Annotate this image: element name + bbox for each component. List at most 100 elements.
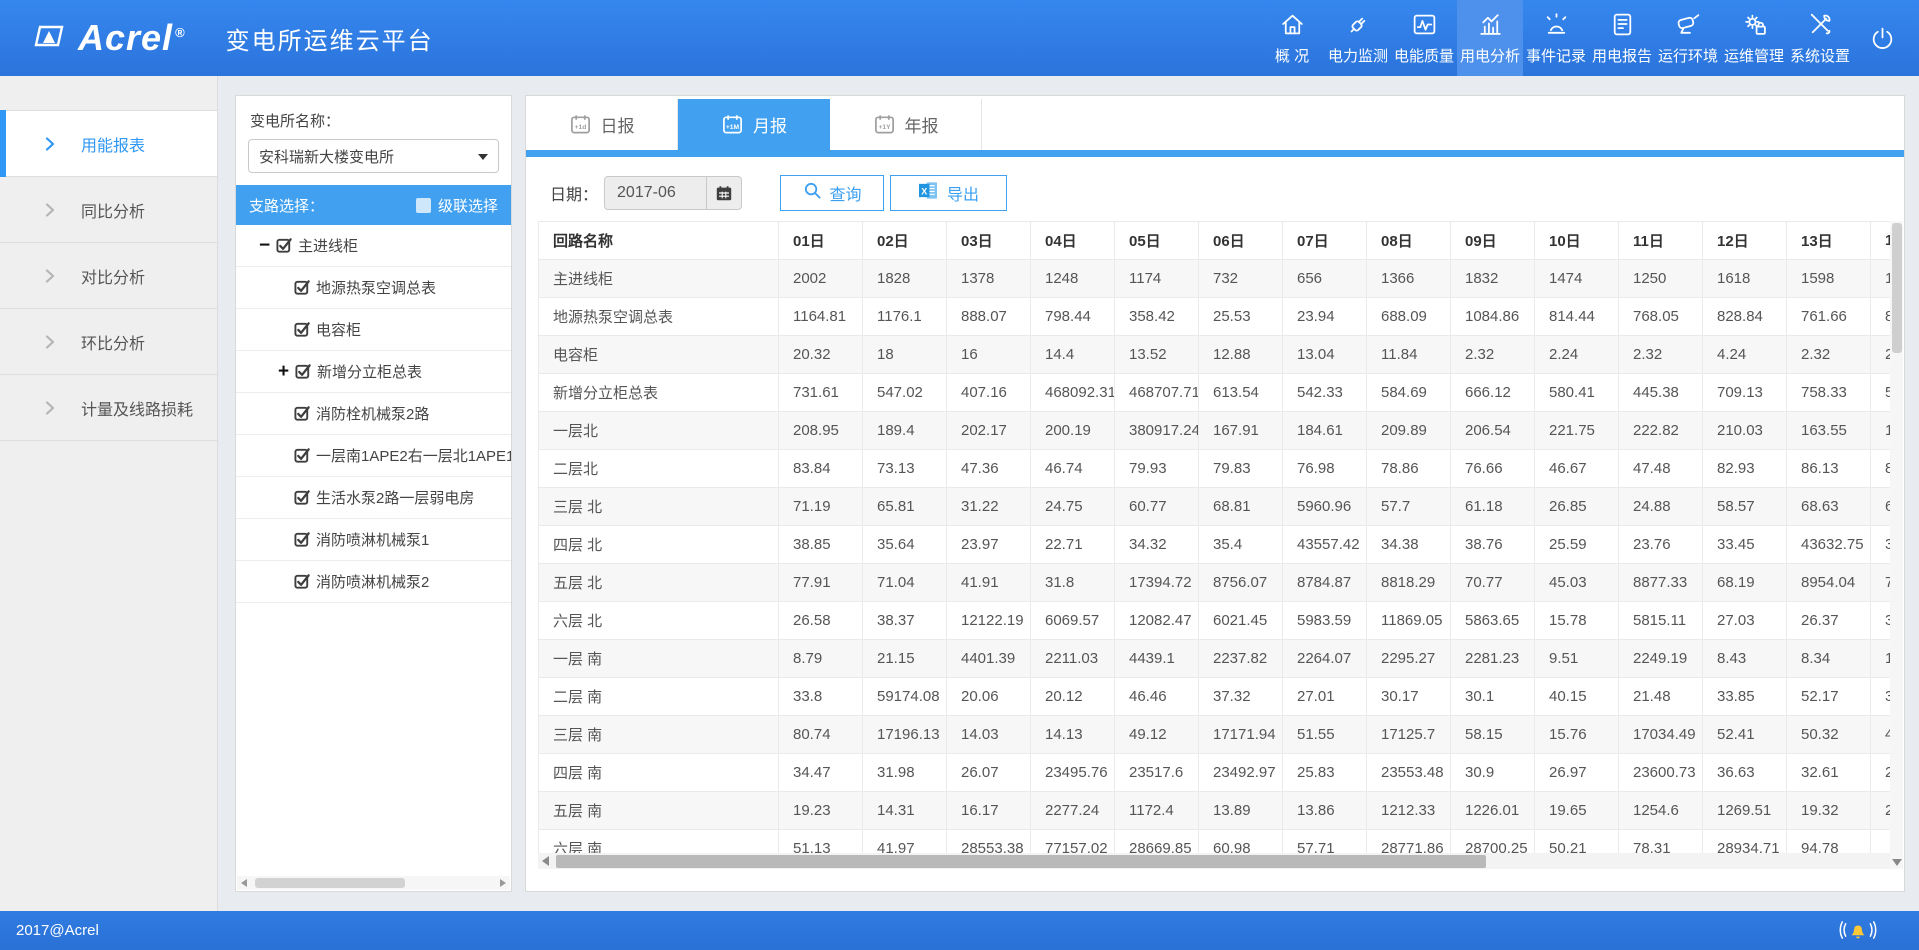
tree-item-2[interactable]: 地源热泵空调总表 xyxy=(236,267,511,309)
svg-text:+1Y: +1Y xyxy=(878,124,891,131)
col-header-day: 06日 xyxy=(1199,222,1283,260)
cell: 1212.33 xyxy=(1367,792,1451,830)
cell: 184.61 xyxy=(1283,412,1367,450)
table-row: 三层 北71.1965.8131.2224.7560.7768.815960.9… xyxy=(539,488,1895,526)
cell: 8.43 xyxy=(1703,640,1787,678)
export-button[interactable]: X 导出 xyxy=(890,175,1007,211)
cascade-checkbox[interactable] xyxy=(416,198,431,213)
cell: 27.03 xyxy=(1703,602,1787,640)
scrollbar-thumb[interactable] xyxy=(556,855,1486,868)
checkbox-checked-icon[interactable] xyxy=(294,573,311,590)
cell: 2249.19 xyxy=(1619,640,1703,678)
date-label: 日期： xyxy=(550,181,598,205)
cell: 46.67 xyxy=(1535,450,1619,488)
tree-item-3[interactable]: 电容柜 xyxy=(236,309,511,351)
nav-item-label: 事件记录 xyxy=(1526,45,1586,66)
row-name: 六层 南 xyxy=(539,830,779,854)
nav-item-environment[interactable]: 运行环境 xyxy=(1655,0,1721,76)
sidebar-item-2[interactable]: 同比分析 xyxy=(0,177,217,243)
checkbox-checked-icon[interactable] xyxy=(294,447,311,464)
sidebar-item-3[interactable]: 对比分析 xyxy=(0,243,217,309)
table-horizontal-scrollbar[interactable] xyxy=(538,853,1894,869)
tab-daily[interactable]: +1d日报 xyxy=(526,99,678,150)
expand-icon[interactable]: + xyxy=(278,362,295,381)
cell: 758.33 xyxy=(1787,374,1871,412)
scrollbar-thumb[interactable] xyxy=(255,878,405,888)
col-header-day: 03日 xyxy=(947,222,1031,260)
collapse-icon[interactable]: − xyxy=(259,236,276,255)
scroll-left-arrow-icon[interactable] xyxy=(241,879,247,887)
tree-item-9[interactable]: 消防喷淋机械泵2 xyxy=(236,561,511,603)
cell: 666.12 xyxy=(1451,374,1535,412)
cell: 22.71 xyxy=(1031,526,1115,564)
nav-item-power-monitoring[interactable]: 电力监测 xyxy=(1325,0,1391,76)
cell: 70.77 xyxy=(1451,564,1535,602)
nav-item-system-settings[interactable]: 系统设置 xyxy=(1787,0,1853,76)
cell: 71.04 xyxy=(863,564,947,602)
sidebar-item-4[interactable]: 环比分析 xyxy=(0,309,217,375)
cell: 8756.07 xyxy=(1199,564,1283,602)
checkbox-checked-icon[interactable] xyxy=(294,279,311,296)
query-button[interactable]: 查询 xyxy=(780,175,884,211)
checkbox-checked-icon[interactable] xyxy=(295,363,312,380)
tree-item-6[interactable]: 一层南1APE2右一层北1APE1 xyxy=(236,435,511,477)
cell: 1598 xyxy=(1787,260,1871,298)
nav-item-power-quality[interactable]: 电能质量 xyxy=(1391,0,1457,76)
cell: 20.32 xyxy=(779,336,863,374)
logout-button[interactable] xyxy=(1853,0,1911,76)
tree-item-4[interactable]: +新增分立柜总表 xyxy=(236,351,511,393)
cell: 358.42 xyxy=(1115,298,1199,336)
nav-item-label: 系统设置 xyxy=(1790,45,1850,66)
tree-item-5[interactable]: 消防栓机械泵2路 xyxy=(236,393,511,435)
scrollbar-thumb[interactable] xyxy=(1892,223,1902,353)
nav-item-event-log[interactable]: 事件记录 xyxy=(1523,0,1589,76)
cascade-checkbox-group[interactable]: 级联选择 xyxy=(416,195,498,216)
nav-item-energy-report[interactable]: 用电报告 xyxy=(1589,0,1655,76)
table-row: 六层 南51.1341.9728553.3877157.0228669.8560… xyxy=(539,830,1895,854)
tab-yearly[interactable]: +1Y年报 xyxy=(830,99,982,150)
date-input[interactable]: 2017-06 xyxy=(604,176,742,210)
cell: 1164.81 xyxy=(779,298,863,336)
tree-item-1[interactable]: −主进线柜 xyxy=(236,225,511,267)
checkbox-checked-icon[interactable] xyxy=(294,489,311,506)
cell: 51.55 xyxy=(1283,716,1367,754)
scroll-right-arrow-icon[interactable] xyxy=(500,879,506,887)
scroll-left-arrow-icon[interactable] xyxy=(542,856,549,866)
sidebar-item-label: 用能报表 xyxy=(81,132,145,156)
cell: 68.81 xyxy=(1199,488,1283,526)
notification-bell-icon[interactable] xyxy=(1839,915,1877,948)
nav-item-ops-management[interactable]: 运维管理 xyxy=(1721,0,1787,76)
checkbox-checked-icon[interactable] xyxy=(276,237,293,254)
cell: 8818.29 xyxy=(1367,564,1451,602)
cell: 79.93 xyxy=(1115,450,1199,488)
cell: 31.22 xyxy=(947,488,1031,526)
tab-monthly[interactable]: +1M月报 xyxy=(678,99,830,150)
station-select-value: 安科瑞新大楼变电所 xyxy=(259,146,394,167)
col-header-day: 04日 xyxy=(1031,222,1115,260)
tree-item-8[interactable]: 消防喷淋机械泵1 xyxy=(236,519,511,561)
cell: 222.82 xyxy=(1619,412,1703,450)
cell: 23600.73 xyxy=(1619,754,1703,792)
table-row: 电容柜20.32181614.413.5212.8813.0411.842.32… xyxy=(539,336,1895,374)
checkbox-checked-icon[interactable] xyxy=(294,531,311,548)
calendar-icon[interactable] xyxy=(706,177,741,209)
cell: 1172.4 xyxy=(1115,792,1199,830)
tree-item-7[interactable]: 生活水泵2路一层弱电房 xyxy=(236,477,511,519)
sidebar-item-5[interactable]: 计量及线路损耗 xyxy=(0,375,217,441)
cell: 206.54 xyxy=(1451,412,1535,450)
tree-horizontal-scrollbar[interactable] xyxy=(237,876,510,890)
table-vertical-scrollbar[interactable] xyxy=(1890,221,1903,869)
cell: 1618 xyxy=(1703,260,1787,298)
cell: 1832 xyxy=(1451,260,1535,298)
cell: 25.59 xyxy=(1535,526,1619,564)
checkbox-checked-icon[interactable] xyxy=(294,405,311,422)
sidebar-item-1[interactable]: 用能报表 xyxy=(0,111,217,177)
cell: 34.47 xyxy=(779,754,863,792)
nav-item-energy-analysis[interactable]: 用电分析 xyxy=(1457,0,1523,76)
station-select[interactable]: 安科瑞新大楼变电所 xyxy=(248,139,499,173)
station-panel: 变电所名称： 安科瑞新大楼变电所 支路选择： 级联选择 −主进线柜地源热泵空调总… xyxy=(235,95,512,892)
nav-item-overview[interactable]: 概 况 xyxy=(1259,0,1325,76)
scroll-down-arrow-icon[interactable] xyxy=(1892,859,1902,866)
top-header: Acrel® 变电所运维云平台 概 况电力监测电能质量用电分析事件记录用电报告运… xyxy=(0,0,1919,76)
checkbox-checked-icon[interactable] xyxy=(294,321,311,338)
